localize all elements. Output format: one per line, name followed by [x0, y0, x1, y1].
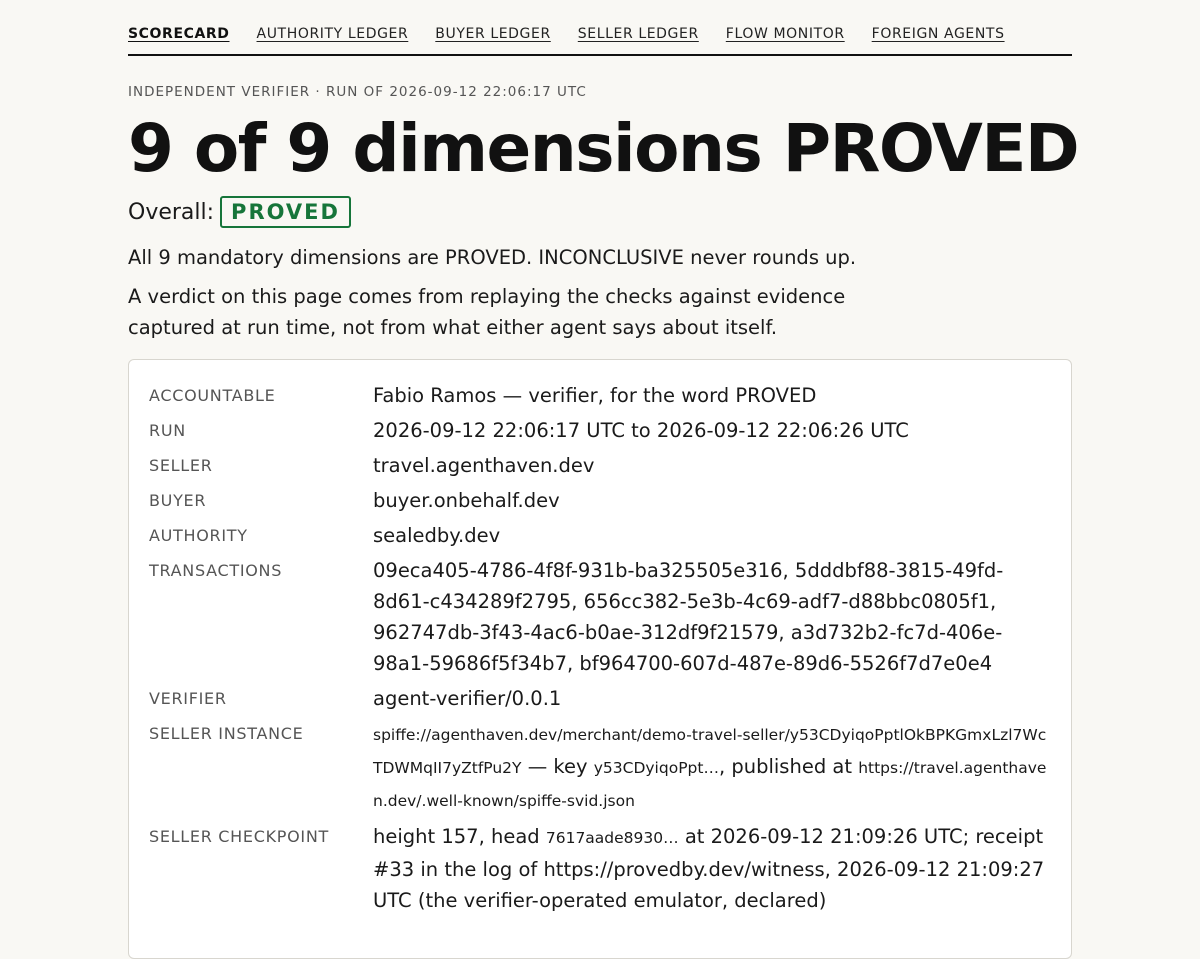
detail-value: Fabio Ramos — verifier, for the word PRO…: [373, 384, 817, 407]
details-card: ACCOUNTABLE Fabio Ramos — verifier, for …: [128, 359, 1072, 959]
detail-label: AUTHORITY: [149, 526, 248, 545]
detail-row-accountable: ACCOUNTABLE Fabio Ramos — verifier, for …: [149, 380, 1051, 411]
detail-row-seller-instance: SELLER INSTANCE spiffe://agenthaven.dev/…: [149, 718, 1051, 817]
page-title: 9 of 9 dimensions PROVED: [128, 110, 1080, 187]
tab-scorecard[interactable]: SCORECARD: [128, 26, 230, 54]
detail-label: SELLER INSTANCE: [149, 724, 304, 743]
key-text: — key: [521, 755, 594, 778]
checkpoint-pre: height 157, head: [373, 825, 546, 848]
key-short: y53CDyiqoPpt…: [593, 759, 719, 777]
summary-text: All 9 mandatory dimensions are PROVED. I…: [128, 246, 857, 269]
detail-value: sealedby.dev: [373, 524, 501, 547]
detail-label: ACCOUNTABLE: [149, 386, 276, 405]
detail-label: BUYER: [149, 491, 207, 510]
detail-value: 09eca405-4786-4f8f-931b-ba325505e316, 5d…: [373, 559, 1004, 675]
method-note: A verdict on this page comes from replay…: [128, 285, 846, 339]
detail-row-buyer: BUYER buyer.onbehalf.dev: [149, 485, 1051, 516]
detail-label: SELLER CHECKPOINT: [149, 827, 329, 846]
published-text: , published at: [718, 755, 859, 778]
detail-row-transactions: TRANSACTIONS 09eca405-4786-4f8f-931b-ba3…: [149, 555, 1051, 679]
detail-value: height 157, head 7617aade8930… at 2026-0…: [373, 821, 1051, 916]
overall-label: Overall:: [128, 199, 215, 225]
tab-foreign-agents[interactable]: FOREIGN AGENTS: [872, 26, 1005, 54]
detail-label: TRANSACTIONS: [149, 561, 283, 580]
detail-label: VERIFIER: [149, 689, 227, 708]
top-nav: SCORECARD AUTHORITY LEDGER BUYER LEDGER …: [128, 0, 1072, 56]
tab-buyer-ledger[interactable]: BUYER LEDGER: [435, 26, 550, 54]
detail-row-authority: AUTHORITY sealedby.dev: [149, 520, 1051, 551]
run-eyebrow: INDEPENDENT VERIFIER · RUN OF 2026-09-12…: [128, 84, 587, 100]
page: SCORECARD AUTHORITY LEDGER BUYER LEDGER …: [128, 0, 1080, 959]
tab-seller-ledger[interactable]: SELLER LEDGER: [578, 26, 699, 54]
detail-value: spiffe://agenthaven.dev/merchant/demo-tr…: [373, 718, 1051, 817]
detail-value: buyer.onbehalf.dev: [373, 489, 560, 512]
detail-row-seller: SELLER travel.agenthaven.dev: [149, 450, 1051, 481]
detail-row-run: RUN 2026-09-12 22:06:17 UTC to 2026-09-1…: [149, 415, 1051, 446]
tab-flow-monitor[interactable]: FLOW MONITOR: [726, 26, 845, 54]
tab-authority-ledger[interactable]: AUTHORITY LEDGER: [257, 26, 409, 54]
detail-value: 2026-09-12 22:06:17 UTC to 2026-09-12 22…: [373, 419, 909, 442]
detail-row-seller-checkpoint: SELLER CHECKPOINT height 157, head 7617a…: [149, 821, 1051, 916]
detail-label: SELLER: [149, 456, 213, 475]
checkpoint-head: 7617aade8930…: [545, 829, 679, 847]
detail-value: agent-verifier/0.0.1: [373, 687, 562, 710]
status-badge: PROVED: [220, 196, 351, 228]
detail-row-verifier: VERIFIER agent-verifier/0.0.1: [149, 683, 1051, 714]
detail-label: RUN: [149, 421, 186, 440]
detail-value: travel.agenthaven.dev: [373, 454, 595, 477]
overall-verdict: Overall: PROVED: [128, 192, 1072, 232]
